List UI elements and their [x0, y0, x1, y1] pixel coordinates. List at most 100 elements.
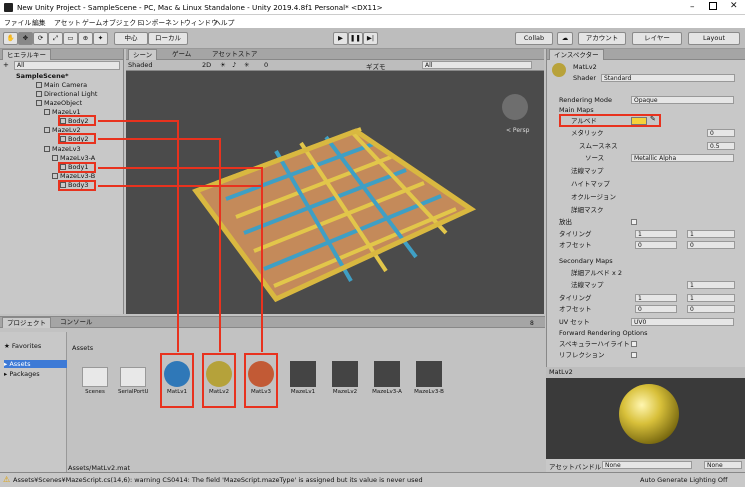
uv-set-dropdown[interactable]: UV0 — [631, 318, 734, 326]
hierarchy-item-scene[interactable]: SampleScene* — [16, 72, 69, 81]
offset-y-input[interactable]: 0 — [687, 241, 735, 249]
effects-toggle-icon[interactable]: ✳ — [244, 61, 249, 69]
step-button[interactable]: ▶| — [363, 32, 378, 45]
pivot-label: 中心 — [124, 34, 138, 42]
pivot-toggle[interactable]: 中心 — [114, 32, 148, 45]
breadcrumb[interactable]: Assets — [72, 344, 93, 352]
warning-message[interactable]: Assets¥Scenes¥MazeScript.cs(14,6): warni… — [13, 476, 423, 484]
tab-asset-store[interactable]: アセットストア — [208, 49, 261, 60]
albedo-highlight — [559, 114, 661, 127]
secondary-offset-y-input[interactable]: 0 — [687, 305, 735, 313]
hierarchy-item[interactable]: MazeObject — [36, 99, 82, 108]
hierarchy-item[interactable]: Main Camera — [36, 81, 87, 90]
menu-help[interactable]: ヘルプ — [214, 17, 234, 27]
tree-item-packages[interactable]: ▸ Packages — [4, 370, 40, 378]
smoothness-label: スムースネス — [579, 142, 618, 150]
reflection-checkbox[interactable] — [631, 352, 637, 358]
menu-assets[interactable]: アセット — [54, 17, 81, 27]
smoothness-input[interactable]: 0.5 — [707, 142, 735, 150]
space-toggle[interactable]: ローカル — [148, 32, 188, 45]
tab-console[interactable]: コンソール — [56, 317, 97, 328]
account-dropdown[interactable]: アカウント — [578, 32, 626, 45]
hierarchy-item-label: Main Camera — [44, 81, 88, 89]
tiling-x-input[interactable]: 1 — [635, 230, 677, 238]
transform-tool-button[interactable]: ⊕ — [78, 32, 93, 45]
custom-tool-button[interactable]: ✦ — [93, 32, 108, 45]
scene-header: シーン ゲーム アセットストア — [126, 49, 544, 60]
rendering-mode-dropdown[interactable]: Opaque — [631, 96, 734, 104]
asset-item[interactable]: MazeLv2 — [330, 361, 360, 395]
hierarchy-item[interactable]: Directional Light — [36, 90, 97, 99]
specular-label: スペキュラーハイライト — [559, 340, 630, 348]
move-tool-button[interactable]: ✥ — [18, 32, 33, 45]
emission-checkbox[interactable] — [631, 219, 637, 225]
hidden-count[interactable]: 0 — [264, 61, 268, 69]
cloud-icon[interactable]: ☁ — [557, 32, 573, 45]
layout-dropdown[interactable]: Layout — [688, 32, 740, 45]
specular-checkbox[interactable] — [631, 341, 637, 347]
gizmos-dropdown[interactable]: ギズモ — [366, 61, 386, 71]
tab-hierarchy[interactable]: ヒエラルキー — [2, 49, 51, 60]
asset-item[interactable]: MazeLv3-B — [414, 361, 444, 395]
matlv3-highlight — [244, 353, 278, 408]
offset-x-input[interactable]: 0 — [635, 241, 677, 249]
layout-label: Layout — [702, 34, 726, 42]
metallic-input[interactable]: 0 — [707, 129, 735, 137]
play-button[interactable]: ▶ — [333, 32, 348, 45]
gameobject-icon — [36, 82, 42, 88]
shader-dropdown[interactable]: Standard — [601, 74, 735, 82]
menu-window[interactable]: ウィンドウ — [184, 17, 218, 27]
occlusion-label: オクルージョン — [571, 193, 617, 201]
scene-search-placeholder: All — [425, 62, 433, 69]
shading-dropdown[interactable]: Shaded — [128, 61, 152, 69]
maximize-button[interactable] — [709, 2, 717, 10]
scene-view[interactable]: シーン ゲーム アセットストア Shaded 2D ☀ ♪ ✳ 0 ギズモ Al… — [126, 49, 544, 314]
mode-2d-toggle[interactable]: 2D — [202, 61, 211, 69]
asset-item[interactable]: Scenes — [80, 367, 110, 395]
persp-label[interactable]: < Persp — [506, 127, 529, 134]
hand-tool-button[interactable]: ✋ — [3, 32, 18, 45]
source-dropdown[interactable]: Metallic Alpha — [631, 154, 734, 162]
asset-item[interactable]: MazeLv3-A — [372, 361, 402, 395]
assetbundle-dropdown[interactable]: None — [602, 461, 692, 469]
scale-tool-button[interactable]: ⤢ — [48, 32, 63, 45]
orientation-gizmo[interactable] — [502, 94, 528, 120]
tab-inspector[interactable]: インスペクター — [549, 49, 604, 60]
menu-component[interactable]: コンポーネント — [138, 17, 186, 27]
selected-asset-path: Assets/MatLv2.mat — [68, 464, 130, 472]
hierarchy-create-button[interactable]: + — [3, 61, 9, 69]
tab-project[interactable]: プロジェクト — [2, 317, 51, 328]
close-button[interactable]: ✕ — [730, 1, 738, 11]
tab-scene[interactable]: シーン — [128, 49, 158, 60]
hierarchy-item[interactable]: MazeLv3 — [44, 145, 81, 154]
secondary-maps-header: Secondary Maps — [559, 257, 613, 265]
menu-edit[interactable]: 編集 — [32, 17, 46, 27]
favorites-item[interactable]: ★ Favorites — [4, 342, 41, 350]
menu-file[interactable]: ファイル — [4, 17, 31, 27]
inspector-panel: インスペクター MatLv2 Shader Standard Rendering… — [546, 49, 745, 367]
hierarchy-search-input[interactable]: All — [14, 61, 120, 70]
detail-normal-input[interactable]: 1 — [687, 281, 735, 289]
collab-button[interactable]: Collab — [515, 32, 553, 45]
secondary-offset-x-input[interactable]: 0 — [635, 305, 677, 313]
secondary-tiling-x-input[interactable]: 1 — [635, 294, 677, 302]
audio-toggle-icon[interactable]: ♪ — [232, 61, 236, 69]
layers-dropdown[interactable]: レイヤー — [632, 32, 682, 45]
rotate-tool-button[interactable]: ⟳ — [33, 32, 48, 45]
asset-item[interactable]: MazeLv1 — [288, 361, 318, 395]
offset-y-value: 0 — [690, 242, 694, 249]
tab-game[interactable]: ゲーム — [168, 49, 195, 60]
tree-item-assets[interactable]: ▸ Assets — [4, 360, 67, 368]
light-toggle-icon[interactable]: ☀ — [220, 61, 226, 69]
tiling-y-input[interactable]: 1 — [687, 230, 735, 238]
preview-sphere[interactable] — [619, 384, 679, 444]
menu-gameobject[interactable]: ゲームオブジェクト — [82, 17, 143, 27]
scene-search-input[interactable]: All — [422, 61, 532, 69]
rect-tool-button[interactable]: ▭ — [63, 32, 78, 45]
tiling-y-value: 1 — [690, 231, 694, 238]
secondary-tiling-y-input[interactable]: 1 — [687, 294, 735, 302]
minimize-button[interactable]: – — [690, 2, 695, 12]
asset-item[interactable]: SerialPortUti... — [118, 367, 148, 395]
pause-button[interactable]: ❚❚ — [348, 32, 363, 45]
variant-dropdown[interactable]: None — [704, 461, 742, 469]
